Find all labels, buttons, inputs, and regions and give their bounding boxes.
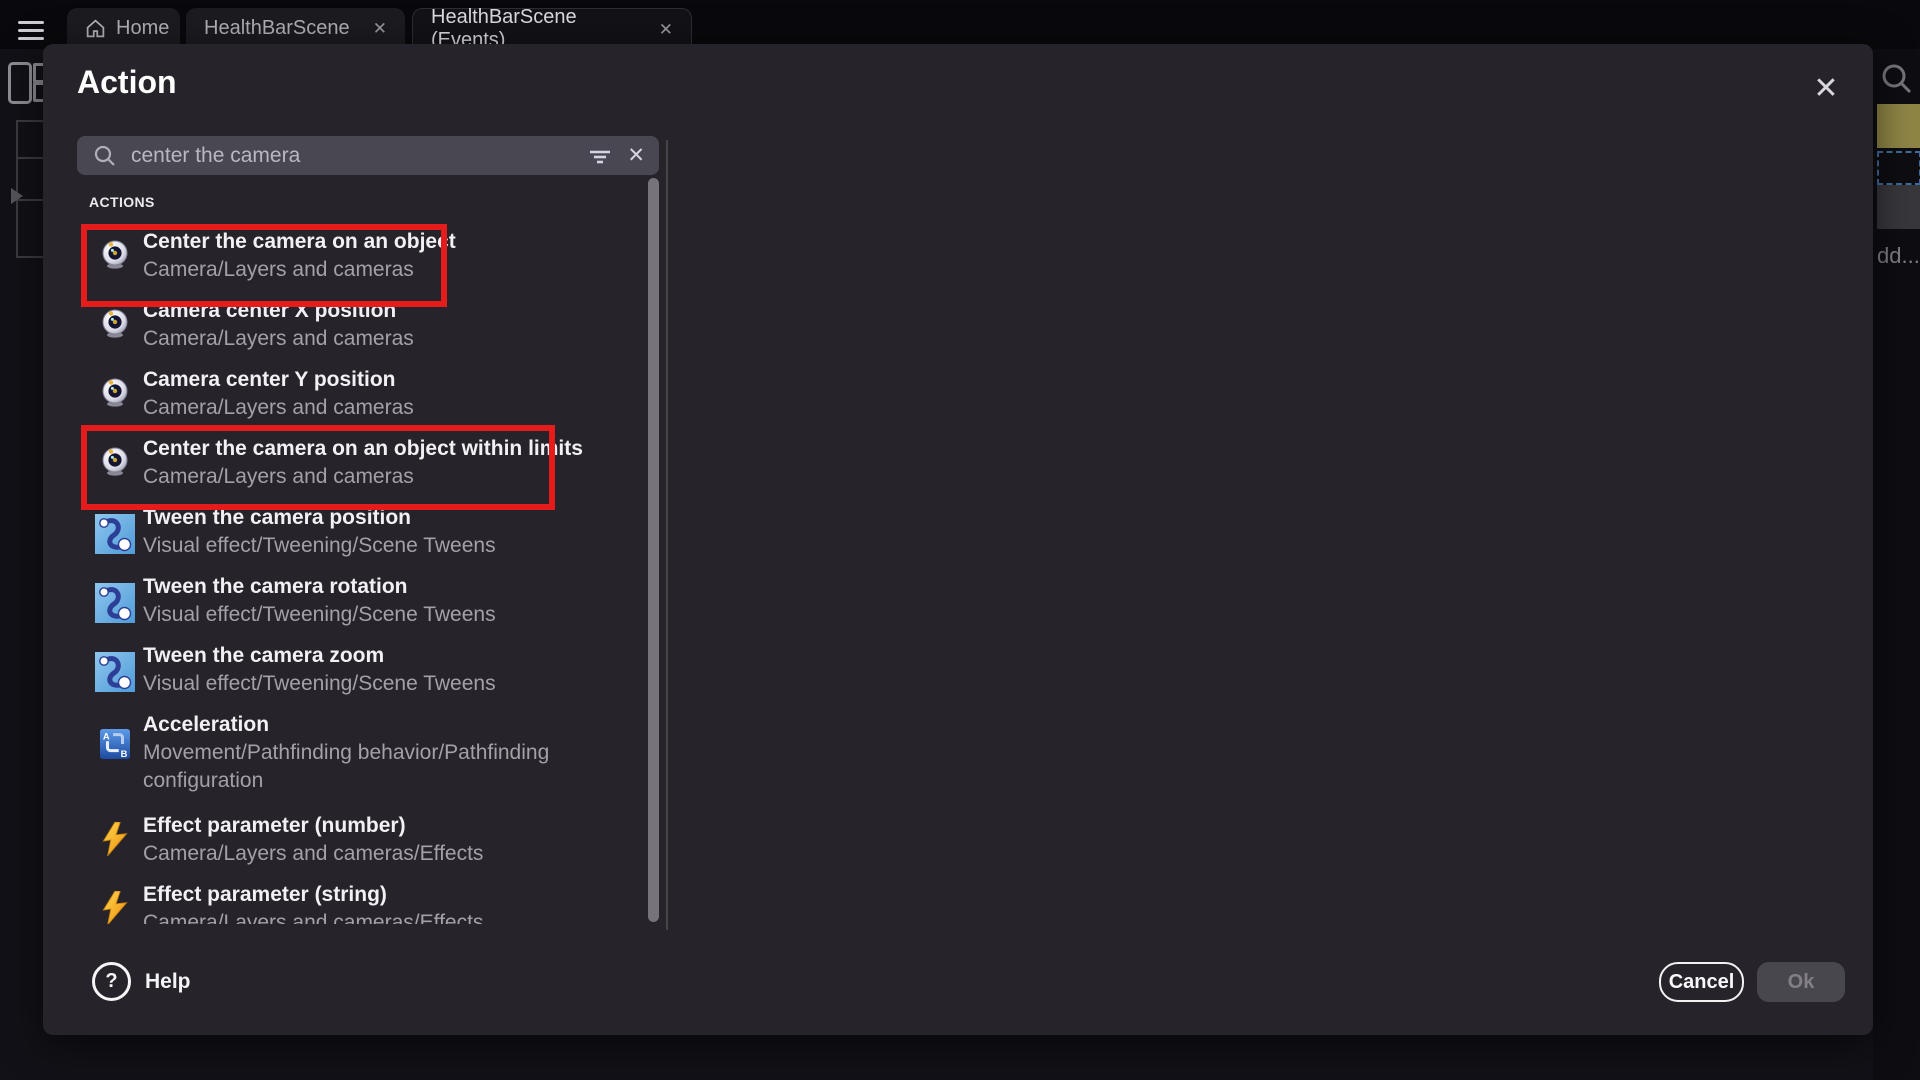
svg-text:B: B <box>121 749 128 759</box>
action-path: Camera/Layers and cameras <box>143 325 414 353</box>
event-block <box>1877 185 1920 229</box>
filter-icon[interactable] <box>587 144 613 168</box>
action-path: Camera/Layers and cameras <box>143 256 456 284</box>
action-path: Camera/Layers and cameras/Effects <box>143 909 483 924</box>
help-icon: ? <box>92 962 131 1001</box>
tab-label: HealthBarScene <box>204 17 350 40</box>
action-item[interactable]: Tween the camera zoomVisual effect/Tween… <box>77 642 649 706</box>
dialog-title: Action <box>77 64 177 101</box>
help-label: Help <box>145 970 191 994</box>
add-event-partial-label: dd... <box>1877 243 1920 269</box>
home-icon <box>85 18 106 39</box>
camera-icon <box>93 238 137 270</box>
event-block-selected <box>1877 104 1920 148</box>
camera-icon <box>93 307 137 339</box>
action-path: Visual effect/Tweening/Scene Tweens <box>143 601 496 629</box>
action-item[interactable]: Effect parameter (number)Camera/Layers a… <box>77 812 649 876</box>
action-path: Camera/Layers and cameras <box>143 394 414 422</box>
list-scrollbar[interactable] <box>648 178 659 922</box>
action-title: Center the camera on an object <box>143 228 456 256</box>
action-item[interactable]: Tween the camera positionVisual effect/T… <box>77 504 649 568</box>
action-path: Visual effect/Tweening/Scene Tweens <box>143 532 496 560</box>
action-search-bar[interactable]: center the camera ✕ <box>77 136 659 175</box>
event-tree-line <box>16 120 43 122</box>
event-tree-line <box>16 256 43 258</box>
event-tree-line <box>16 157 43 159</box>
action-title: Tween the camera position <box>143 504 496 532</box>
action-path: Camera/Layers and cameras/Effects <box>143 840 483 868</box>
action-item[interactable]: Camera center X positionCamera/Layers an… <box>77 297 649 361</box>
lightning-icon <box>93 891 137 924</box>
action-item[interactable]: A B AccelerationMovement/Pathfinding beh… <box>77 711 649 807</box>
action-dialog: Action ✕ center the camera ✕ ACTIONS <box>43 44 1873 1035</box>
screen: Home HealthBarScene ✕ HealthBarScene (Ev… <box>0 0 1920 1080</box>
action-title: Effect parameter (number) <box>143 812 483 840</box>
tab-healthbarscene-events[interactable]: HealthBarScene (Events) ✕ <box>412 8 692 49</box>
tween-icon <box>93 514 137 554</box>
tween-icon <box>93 583 137 623</box>
action-path: Movement/Pathfinding behavior/Pathfindin… <box>143 739 649 795</box>
help-button[interactable]: ? Help <box>92 962 191 1001</box>
event-drop-target <box>1877 151 1920 185</box>
action-path: Visual effect/Tweening/Scene Tweens <box>143 670 496 698</box>
hamburger-menu-icon[interactable] <box>18 21 44 40</box>
search-input[interactable]: center the camera <box>131 144 587 168</box>
event-expand-arrow-icon <box>11 188 23 204</box>
cancel-button[interactable]: Cancel <box>1659 962 1744 1002</box>
lightning-icon <box>93 822 137 856</box>
action-path: Camera/Layers and cameras <box>143 463 583 491</box>
tab-close-icon[interactable]: ✕ <box>659 21 673 38</box>
action-title: Acceleration <box>143 711 649 739</box>
pathfinding-icon: A B <box>93 729 137 759</box>
action-title: Camera center X position <box>143 297 414 325</box>
tab-healthbarscene[interactable]: HealthBarScene ✕ <box>186 8 405 49</box>
tab-close-icon[interactable]: ✕ <box>373 20 387 37</box>
ok-button[interactable]: Ok <box>1757 962 1845 1002</box>
camera-icon <box>93 376 137 408</box>
dialog-close-icon[interactable]: ✕ <box>1806 68 1846 108</box>
actions-section-header: ACTIONS <box>89 194 649 210</box>
action-title: Camera center Y position <box>143 366 414 394</box>
action-title: Tween the camera rotation <box>143 573 496 601</box>
action-item[interactable]: Camera center Y positionCamera/Layers an… <box>77 366 649 430</box>
tab-label: Home <box>116 17 169 40</box>
action-title: Center the camera on an object within li… <box>143 435 583 463</box>
search-icon <box>93 144 117 168</box>
action-title: Effect parameter (string) <box>143 881 483 909</box>
panel-layout-icon <box>8 62 32 104</box>
tab-home[interactable]: Home <box>67 8 180 49</box>
actions-list: ACTIONS Center the camera on an objectCa… <box>77 190 649 924</box>
camera-icon <box>93 445 137 477</box>
tween-icon <box>93 652 137 692</box>
action-item[interactable]: Center the camera on an object within li… <box>77 435 649 499</box>
column-divider <box>666 140 668 930</box>
tab-bar: Home HealthBarScene ✕ HealthBarScene (Ev… <box>0 0 1920 49</box>
events-search-icon <box>1880 62 1914 96</box>
action-item[interactable]: Tween the camera rotationVisual effect/T… <box>77 573 649 637</box>
action-item[interactable]: Effect parameter (string)Camera/Layers a… <box>77 881 649 924</box>
action-title: Tween the camera zoom <box>143 642 496 670</box>
clear-search-icon[interactable]: ✕ <box>627 145 645 166</box>
action-item[interactable]: Center the camera on an objectCamera/Lay… <box>77 228 649 292</box>
svg-text:A: A <box>103 731 110 741</box>
